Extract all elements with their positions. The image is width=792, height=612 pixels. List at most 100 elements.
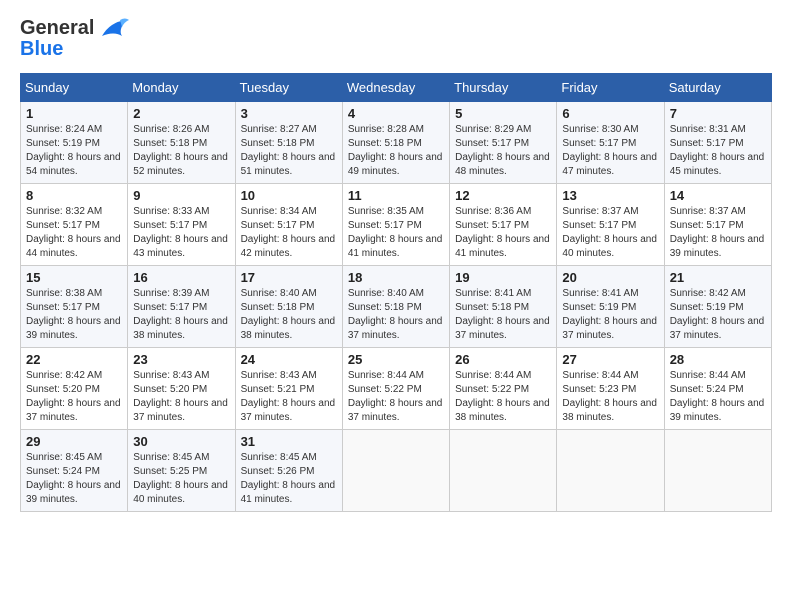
day-number: 14 <box>670 188 766 203</box>
day-number: 28 <box>670 352 766 367</box>
day-info: Sunrise: 8:28 AMSunset: 5:18 PMDaylight:… <box>348 123 444 179</box>
day-number: 12 <box>455 188 551 203</box>
day-info: Sunrise: 8:45 AMSunset: 5:26 PMDaylight:… <box>241 451 337 507</box>
logo-blue-text: Blue <box>20 38 63 61</box>
day-number: 30 <box>133 434 229 449</box>
day-info: Sunrise: 8:42 AMSunset: 5:19 PMDaylight:… <box>670 287 766 343</box>
day-number: 2 <box>133 106 229 121</box>
column-header-saturday: Saturday <box>664 74 771 102</box>
day-number: 16 <box>133 270 229 285</box>
page: General Blue SundayMondayTuesdayWednesda… <box>0 0 792 612</box>
day-info: Sunrise: 8:27 AMSunset: 5:18 PMDaylight:… <box>241 123 337 179</box>
day-number: 6 <box>562 106 658 121</box>
calendar-cell: 27 Sunrise: 8:44 AMSunset: 5:23 PMDayligh… <box>557 348 664 430</box>
day-info: Sunrise: 8:39 AMSunset: 5:17 PMDaylight:… <box>133 287 229 343</box>
day-info: Sunrise: 8:44 AMSunset: 5:24 PMDaylight:… <box>670 369 766 425</box>
day-info: Sunrise: 8:41 AMSunset: 5:19 PMDaylight:… <box>562 287 658 343</box>
calendar-week-row: 1 Sunrise: 8:24 AMSunset: 5:19 PMDaylight… <box>21 102 772 184</box>
column-header-sunday: Sunday <box>21 74 128 102</box>
day-number: 24 <box>241 352 337 367</box>
calendar-cell: 4 Sunrise: 8:28 AMSunset: 5:18 PMDaylight… <box>342 102 449 184</box>
day-number: 21 <box>670 270 766 285</box>
day-info: Sunrise: 8:37 AMSunset: 5:17 PMDaylight:… <box>670 205 766 261</box>
logo-bird-icon <box>96 16 132 40</box>
calendar-cell: 19Sunrise: 8:41 AMSunset: 5:18 PMDayligh… <box>450 266 557 348</box>
day-number: 18 <box>348 270 444 285</box>
day-info: Sunrise: 8:42 AMSunset: 5:20 PMDaylight:… <box>26 369 122 425</box>
day-number: 22 <box>26 352 122 367</box>
calendar-cell: 10 Sunrise: 8:34 AMSunset: 5:17 PMDayligh… <box>235 184 342 266</box>
day-number: 31 <box>241 434 337 449</box>
day-number: 11 <box>348 188 444 203</box>
day-number: 1 <box>26 106 122 121</box>
day-info: Sunrise: 8:38 AMSunset: 5:17 PMDaylight:… <box>26 287 122 343</box>
day-info: Sunrise: 8:34 AMSunset: 5:17 PMDaylight:… <box>241 205 337 261</box>
calendar-header-row: SundayMondayTuesdayWednesdayThursdayFrid… <box>21 74 772 102</box>
day-info: Sunrise: 8:45 AMSunset: 5:24 PMDaylight:… <box>26 451 122 507</box>
day-number: 13 <box>562 188 658 203</box>
calendar-table: SundayMondayTuesdayWednesdayThursdayFrid… <box>20 73 772 512</box>
day-number: 7 <box>670 106 766 121</box>
calendar-cell: 21 Sunrise: 8:42 AMSunset: 5:19 PMDayligh… <box>664 266 771 348</box>
calendar-week-row: 15Sunrise: 8:38 AMSunset: 5:17 PMDayligh… <box>21 266 772 348</box>
calendar-cell: 15Sunrise: 8:38 AMSunset: 5:17 PMDayligh… <box>21 266 128 348</box>
logo-container: General Blue <box>20 16 132 61</box>
day-info: Sunrise: 8:33 AMSunset: 5:17 PMDaylight:… <box>133 205 229 261</box>
day-number: 29 <box>26 434 122 449</box>
calendar-cell: 11 Sunrise: 8:35 AMSunset: 5:17 PMDayligh… <box>342 184 449 266</box>
day-number: 3 <box>241 106 337 121</box>
column-header-tuesday: Tuesday <box>235 74 342 102</box>
day-number: 4 <box>348 106 444 121</box>
calendar-cell <box>557 430 664 512</box>
day-info: Sunrise: 8:44 AMSunset: 5:23 PMDaylight:… <box>562 369 658 425</box>
column-header-monday: Monday <box>128 74 235 102</box>
day-info: Sunrise: 8:35 AMSunset: 5:17 PMDaylight:… <box>348 205 444 261</box>
day-info: Sunrise: 8:40 AMSunset: 5:18 PMDaylight:… <box>241 287 337 343</box>
calendar-cell: 1 Sunrise: 8:24 AMSunset: 5:19 PMDaylight… <box>21 102 128 184</box>
day-info: Sunrise: 8:36 AMSunset: 5:17 PMDaylight:… <box>455 205 551 261</box>
calendar-cell: 28 Sunrise: 8:44 AMSunset: 5:24 PMDayligh… <box>664 348 771 430</box>
calendar-cell <box>664 430 771 512</box>
day-number: 5 <box>455 106 551 121</box>
calendar-cell: 30 Sunrise: 8:45 AMSunset: 5:25 PMDayligh… <box>128 430 235 512</box>
calendar-cell: 22 Sunrise: 8:42 AMSunset: 5:20 PMDayligh… <box>21 348 128 430</box>
calendar-week-row: 22 Sunrise: 8:42 AMSunset: 5:20 PMDayligh… <box>21 348 772 430</box>
calendar-cell: 29 Sunrise: 8:45 AMSunset: 5:24 PMDayligh… <box>21 430 128 512</box>
day-number: 20 <box>562 270 658 285</box>
calendar-cell: 31 Sunrise: 8:45 AMSunset: 5:26 PMDayligh… <box>235 430 342 512</box>
day-info: Sunrise: 8:41 AMSunset: 5:18 PMDaylight:… <box>455 287 551 343</box>
day-number: 8 <box>26 188 122 203</box>
day-info: Sunrise: 8:44 AMSunset: 5:22 PMDaylight:… <box>455 369 551 425</box>
calendar-cell: 26 Sunrise: 8:44 AMSunset: 5:22 PMDayligh… <box>450 348 557 430</box>
day-number: 23 <box>133 352 229 367</box>
day-info: Sunrise: 8:24 AMSunset: 5:19 PMDaylight:… <box>26 123 122 179</box>
day-number: 10 <box>241 188 337 203</box>
day-info: Sunrise: 8:43 AMSunset: 5:21 PMDaylight:… <box>241 369 337 425</box>
calendar-cell: 7 Sunrise: 8:31 AMSunset: 5:17 PMDaylight… <box>664 102 771 184</box>
calendar-cell: 9Sunrise: 8:33 AMSunset: 5:17 PMDaylight… <box>128 184 235 266</box>
calendar-cell: 3 Sunrise: 8:27 AMSunset: 5:18 PMDaylight… <box>235 102 342 184</box>
calendar-cell: 20 Sunrise: 8:41 AMSunset: 5:19 PMDayligh… <box>557 266 664 348</box>
calendar-week-row: 29 Sunrise: 8:45 AMSunset: 5:24 PMDayligh… <box>21 430 772 512</box>
day-info: Sunrise: 8:29 AMSunset: 5:17 PMDaylight:… <box>455 123 551 179</box>
logo: General Blue <box>20 16 132 61</box>
calendar-cell: 16 Sunrise: 8:39 AMSunset: 5:17 PMDayligh… <box>128 266 235 348</box>
calendar-cell: 18 Sunrise: 8:40 AMSunset: 5:18 PMDayligh… <box>342 266 449 348</box>
column-header-friday: Friday <box>557 74 664 102</box>
calendar-cell: 5 Sunrise: 8:29 AMSunset: 5:17 PMDaylight… <box>450 102 557 184</box>
day-info: Sunrise: 8:43 AMSunset: 5:20 PMDaylight:… <box>133 369 229 425</box>
day-number: 26 <box>455 352 551 367</box>
day-info: Sunrise: 8:45 AMSunset: 5:25 PMDaylight:… <box>133 451 229 507</box>
calendar-cell: 24 Sunrise: 8:43 AMSunset: 5:21 PMDayligh… <box>235 348 342 430</box>
calendar-cell: 12 Sunrise: 8:36 AMSunset: 5:17 PMDayligh… <box>450 184 557 266</box>
day-info: Sunrise: 8:40 AMSunset: 5:18 PMDaylight:… <box>348 287 444 343</box>
calendar-cell: 6Sunrise: 8:30 AMSunset: 5:17 PMDaylight… <box>557 102 664 184</box>
day-info: Sunrise: 8:31 AMSunset: 5:17 PMDaylight:… <box>670 123 766 179</box>
day-info: Sunrise: 8:32 AMSunset: 5:17 PMDaylight:… <box>26 205 122 261</box>
day-number: 17 <box>241 270 337 285</box>
day-number: 27 <box>562 352 658 367</box>
calendar-cell: 17 Sunrise: 8:40 AMSunset: 5:18 PMDayligh… <box>235 266 342 348</box>
calendar-cell: 23 Sunrise: 8:43 AMSunset: 5:20 PMDayligh… <box>128 348 235 430</box>
calendar-cell <box>342 430 449 512</box>
calendar-cell: 14 Sunrise: 8:37 AMSunset: 5:17 PMDayligh… <box>664 184 771 266</box>
